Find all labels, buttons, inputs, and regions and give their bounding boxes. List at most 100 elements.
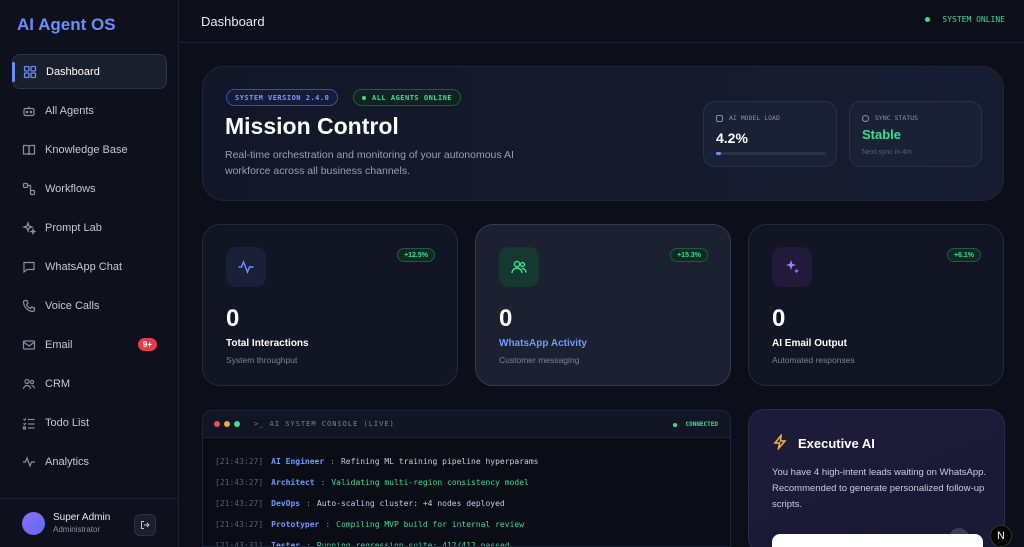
console-title: >_ AI SYSTEM CONSOLE (LIVE) — [254, 420, 395, 428]
window-maximize-dot[interactable] — [234, 421, 240, 427]
sidebar-item-label: Dashboard — [46, 65, 100, 78]
stat-label: AI Email Output — [772, 338, 847, 349]
sidebar-item-voice-calls[interactable]: Voice Calls — [12, 288, 167, 323]
model-load-label-text: AI MODEL LOAD — [729, 114, 780, 122]
stat-sub: Customer messaging — [499, 355, 580, 365]
nextjs-badge[interactable]: N — [990, 525, 1012, 547]
sidebar-item-label: All Agents — [45, 104, 94, 117]
sidebar-item-todo-list[interactable]: Todo List — [12, 405, 167, 440]
sync-status-card: SYNC STATUS Stable Next sync in 4m — [849, 101, 982, 167]
trend-badge: +15.3% — [670, 248, 708, 262]
sidebar-item-dashboard[interactable]: Dashboard — [12, 54, 167, 89]
sidebar-item-crm[interactable]: CRM — [12, 366, 167, 401]
console-status: CONNECTED — [673, 421, 718, 428]
sidebar-item-label: Todo List — [45, 416, 90, 429]
ai-system-console: >_ AI SYSTEM CONSOLE (LIVE) CONNECTED [2… — [202, 410, 731, 547]
console-log-line: [21:43:27] DevOps: Auto-scaling cluster: +… — [215, 493, 538, 514]
avatar[interactable] — [22, 511, 45, 535]
grid-icon — [23, 65, 37, 79]
hero-title: Mission Control — [225, 113, 399, 139]
agents-online-label: ALL AGENTS ONLINE — [372, 93, 453, 102]
stat-card-ai-email-output[interactable]: +6.1% 0 AI Email Output Automated respon… — [748, 224, 1004, 386]
activity-icon — [22, 455, 36, 469]
logout-icon — [141, 521, 150, 529]
log-separator: : — [306, 499, 311, 508]
page-title: Dashboard — [201, 13, 265, 29]
sidebar-item-workflows[interactable]: Workflows — [12, 171, 167, 206]
log-timestamp: [21:43:27] — [215, 499, 264, 508]
sidebar-item-label: CRM — [45, 377, 71, 390]
sidebar-item-label: Email — [45, 338, 73, 351]
executive-ai-title: Executive AI — [798, 436, 875, 451]
stat-card-total-interactions[interactable]: +12.5% 0 Total Interactions System throu… — [202, 224, 458, 386]
status-dot-icon — [925, 17, 931, 22]
model-load-bar — [716, 152, 826, 155]
stat-sub: Automated responses — [772, 355, 855, 365]
sidebar-item-label: Prompt Lab — [45, 221, 102, 234]
checklist-icon — [22, 416, 36, 430]
sidebar-item-label: Analytics — [45, 455, 90, 468]
log-separator: : — [306, 541, 311, 547]
system-status-label: SYSTEM ONLINE — [942, 15, 1005, 24]
model-load-fill — [716, 152, 721, 155]
sidebar-item-knowledge-base[interactable]: Knowledge Base — [12, 132, 167, 167]
log-message: Running regression suite: 412/412 passed — [316, 541, 510, 547]
executive-ai-card: Executive AI You have 4 high-intent lead… — [748, 409, 1005, 547]
log-timestamp: [21:43:31] — [215, 541, 264, 547]
sidebar-item-analytics[interactable]: Analytics — [12, 444, 167, 479]
sidebar-item-email[interactable]: Email 9+ — [12, 327, 167, 362]
user-role: Administrator — [53, 525, 101, 534]
chat-icon — [22, 260, 36, 274]
sidebar-item-whatsapp-chat[interactable]: WhatsApp Chat — [12, 249, 167, 284]
console-header: >_ AI SYSTEM CONSOLE (LIVE) CONNECTED — [203, 411, 730, 438]
generate-scripts-button[interactable] — [772, 534, 983, 547]
log-separator: : — [320, 478, 326, 487]
stat-label: WhatsApp Activity — [499, 338, 587, 349]
connected-dot-icon — [673, 422, 678, 427]
users-icon — [499, 247, 539, 287]
user-name: Super Admin — [53, 512, 111, 523]
log-role: AI Engineer — [271, 457, 325, 466]
mission-control-hero: SYSTEM VERSION 2.4.0 ALL AGENTS ONLINE M… — [202, 66, 1004, 201]
sidebar-item-label: Knowledge Base — [45, 143, 128, 156]
log-message: Refining ML training pipeline hyperparam… — [340, 457, 539, 466]
sync-icon — [862, 114, 869, 122]
topbar: Dashboard SYSTEM ONLINE — [180, 0, 1024, 43]
lightning-icon — [773, 434, 787, 450]
window-close-dot[interactable] — [214, 421, 220, 427]
sync-status-label: SYNC STATUS — [862, 114, 918, 122]
console-log: [21:43:27] AI Engineer: Refining ML traini… — [215, 451, 539, 547]
console-log-line: [21:43:27] Prototyper: Compiling MVP build… — [215, 514, 538, 535]
console-log-line: [21:43:27] Architect: Validating multi-reg… — [215, 472, 538, 493]
app-logo: AI Agent OS — [17, 15, 116, 34]
sidebar-item-all-agents[interactable]: All Agents — [12, 93, 167, 128]
workflow-icon — [22, 182, 36, 196]
sidebar-item-prompt-lab[interactable]: Prompt Lab — [12, 210, 167, 245]
stat-card-whatsapp-activity[interactable]: +15.3% 0 WhatsApp Activity Customer mess… — [475, 224, 731, 386]
log-role: Prototyper — [271, 520, 320, 529]
log-message: Validating multi-region consistency mode… — [331, 478, 529, 487]
log-timestamp: [21:43:27] — [215, 478, 264, 487]
log-separator: : — [325, 520, 331, 529]
sync-status-label-text: SYNC STATUS — [875, 114, 919, 122]
trend-badge: +12.5% — [397, 248, 435, 262]
sidebar-nav: Dashboard All Agents Knowledge Base Work… — [12, 54, 167, 483]
email-count-badge: 9+ — [137, 338, 157, 351]
model-load-value: 4.2% — [716, 130, 748, 146]
sync-status-sub: Next sync in 4m — [862, 149, 912, 156]
sync-status-value: Stable — [862, 127, 902, 142]
log-message: Auto-scaling cluster: +4 nodes deployed — [316, 499, 505, 508]
sidebar-item-label: Workflows — [45, 182, 96, 195]
activity-icon — [226, 247, 266, 287]
log-message: Compiling MVP build for internal review — [336, 520, 525, 529]
log-timestamp: [21:43:27] — [215, 520, 264, 529]
online-dot-icon — [362, 95, 366, 100]
cpu-icon — [716, 114, 723, 122]
logout-button[interactable] — [134, 514, 156, 536]
window-minimize-dot[interactable] — [224, 421, 230, 427]
stat-sub: System throughput — [226, 355, 298, 365]
sparkles-icon — [22, 220, 36, 235]
users-icon — [22, 377, 36, 391]
stat-value: 0 — [499, 305, 513, 332]
stat-value: 0 — [772, 305, 786, 332]
